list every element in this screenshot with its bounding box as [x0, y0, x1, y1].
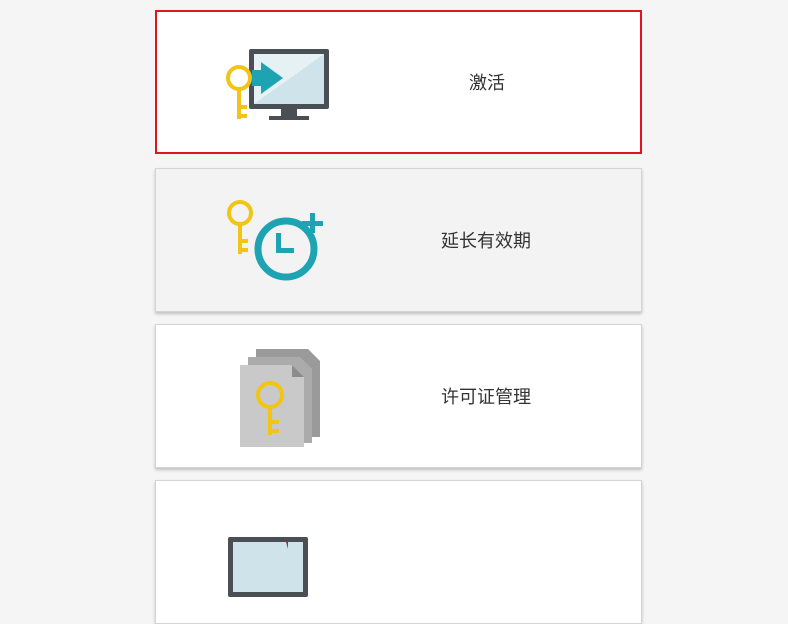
extend-validity-card[interactable]: 延长有效期 [155, 168, 642, 312]
activate-label: 激活 [469, 73, 505, 94]
key-documents-icon [240, 349, 320, 447]
key-monitor-icon [226, 49, 329, 120]
monitor-card[interactable] [155, 480, 642, 624]
extend-validity-label: 延长有效期 [441, 231, 531, 252]
license-management-card[interactable]: 许可证管理 [155, 324, 642, 468]
license-management-label: 许可证管理 [441, 387, 531, 408]
key-clock-plus-icon [227, 200, 323, 281]
monitor-icon [228, 537, 308, 597]
activate-card[interactable]: 激活 [155, 10, 642, 154]
